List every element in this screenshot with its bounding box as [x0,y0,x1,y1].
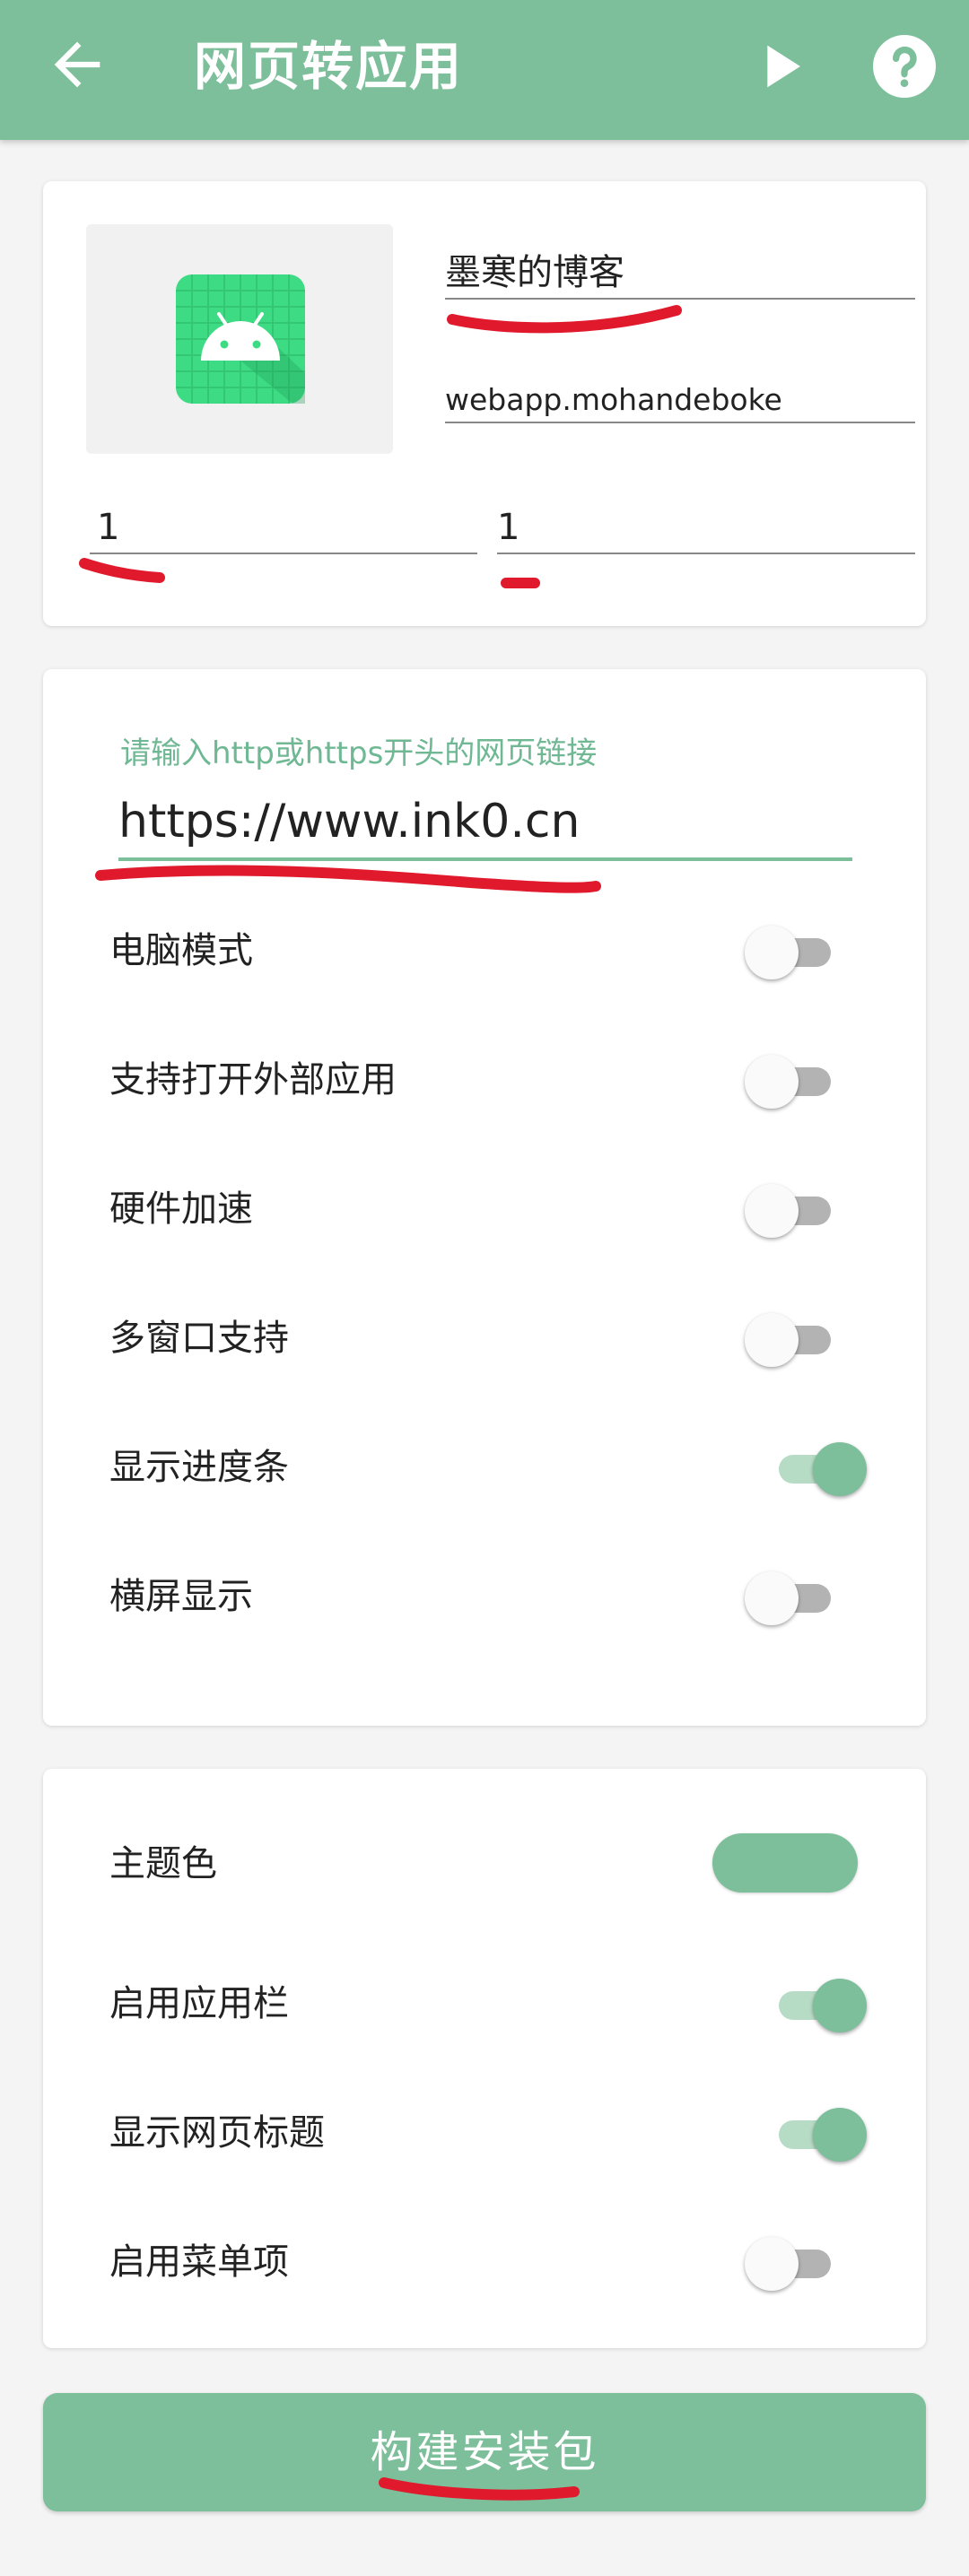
hardware-accel-switch[interactable] [745,1182,843,1238]
theme-color-swatch[interactable] [712,1833,858,1893]
option-multi-window-label: 多窗口支持 [109,1318,289,1359]
option-hardware-accel-label: 硬件加速 [109,1188,253,1230]
option-app-bar-label: 启用应用栏 [109,1983,289,2024]
annotation-mark [501,578,540,588]
annotation-mark [95,865,601,893]
appearance-card: 主题色 启用应用栏 显示网页标题 启用菜单项 [43,1769,926,2348]
annotation-mark [379,2477,580,2501]
annotation-mark [447,305,682,334]
version-code-field[interactable]: 1 [497,502,915,554]
option-menu-items-label: 启用菜单项 [109,2241,289,2283]
option-page-title-label: 显示网页标题 [109,2112,325,2154]
theme-color-label: 主题色 [109,1843,217,1884]
open-external-switch[interactable] [745,1053,843,1109]
help-icon[interactable] [869,30,940,102]
play-icon[interactable] [746,30,818,102]
landscape-switch[interactable] [745,1570,843,1625]
annotation-mark [79,558,165,583]
android-app-icon [176,274,305,404]
web-settings-card: 请输入http或https开头的网页链接 https://www.ink0.cn… [43,669,926,1726]
package-name-field[interactable]: webapp.mohandeboke [445,379,915,423]
app-name-field[interactable]: 墨寒的博客 [445,248,915,300]
version-name-field[interactable]: 1 [90,502,477,554]
option-open-external-label: 支持打开外部应用 [109,1059,397,1101]
page-title: 网页转应用 [194,36,464,97]
url-input[interactable]: https://www.ink0.cn [118,786,852,861]
arrow-left-icon[interactable] [43,30,111,99]
app-info-card: 墨寒的博客 webapp.mohandeboke 1 1 [43,181,926,626]
app-bar: 网页转应用 [0,0,969,140]
desktop-mode-switch[interactable] [745,924,843,979]
multi-window-switch[interactable] [745,1311,843,1367]
app-icon-picker[interactable] [86,224,393,454]
url-hint-label: 请输入http或https开头的网页链接 [120,735,598,771]
option-desktop-mode-label: 电脑模式 [109,930,253,971]
option-progress-bar-label: 显示进度条 [109,1447,289,1488]
page-title-switch[interactable] [766,2106,867,2162]
app-bar-switch[interactable] [766,1977,867,2032]
menu-items-switch[interactable] [745,2235,843,2291]
progress-bar-switch[interactable] [766,1440,867,1496]
option-landscape-label: 横屏显示 [109,1576,253,1617]
